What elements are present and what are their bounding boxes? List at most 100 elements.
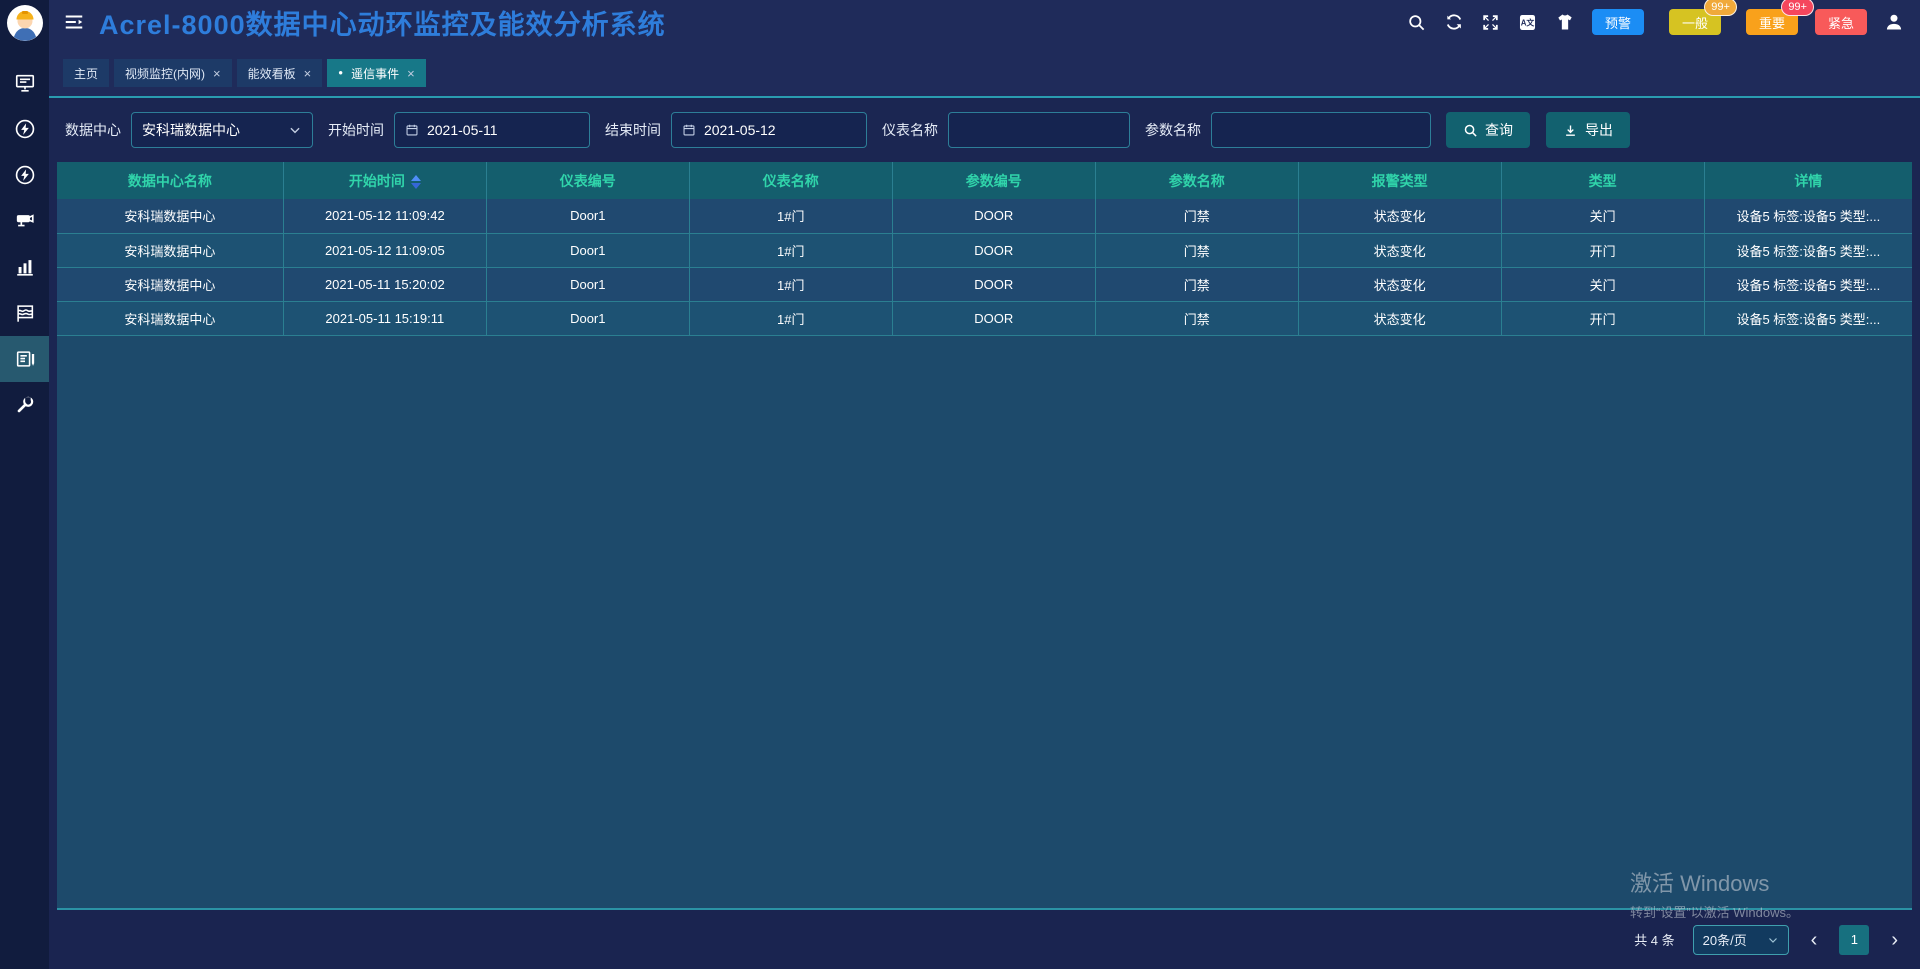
monitor-icon [14,72,36,94]
calendar-icon [405,122,419,138]
end-date-value[interactable] [704,122,856,138]
meter-name-label: 仪表名称 [882,120,938,140]
table-cell: 设备5 标签:设备5 类型:... [1704,233,1912,267]
table-cell: 状态变化 [1298,199,1501,233]
theme-skin-icon[interactable] [1555,12,1575,32]
next-page-button[interactable]: › [1887,930,1902,950]
topbar-actions: A文 预警 一般 99+ 重要 99+ 紧急 [1407,9,1904,35]
column-header[interactable]: 仪表名称 [689,162,892,199]
page-number-button[interactable]: 1 [1839,925,1869,955]
table-row[interactable]: 安科瑞数据中心2021-05-11 15:19:11Door11#门DOOR门禁… [57,301,1912,335]
param-name-label: 参数名称 [1145,120,1201,140]
sidebar-item-trend[interactable] [0,290,49,336]
sidebar-item-statistics[interactable] [0,244,49,290]
fullscreen-icon[interactable] [1481,12,1501,32]
calendar-icon [682,122,696,138]
svg-text:A文: A文 [1521,17,1535,27]
column-header[interactable]: 类型 [1501,162,1704,199]
sidebar-item-monitoring[interactable] [0,60,49,106]
menu-toggle-icon[interactable] [61,9,87,35]
filter-bar: 数据中心 安科瑞数据中心 开始时间 结束时间 [49,98,1920,162]
energy-icon [14,164,36,186]
table-cell: 1#门 [689,233,892,267]
table-cell: 开门 [1501,233,1704,267]
table-row[interactable]: 安科瑞数据中心2021-05-11 15:20:02Door11#门DOOR门禁… [57,267,1912,301]
sidebar-item-energy-2[interactable] [0,152,49,198]
table-cell: 状态变化 [1298,233,1501,267]
table-cell: 门禁 [1095,301,1298,335]
table-cell: 安科瑞数据中心 [57,301,283,335]
chevron-down-icon [288,123,302,137]
table-row[interactable]: 安科瑞数据中心2021-05-12 11:09:05Door11#门DOOR门禁… [57,233,1912,267]
sidebar-item-video[interactable] [0,198,49,244]
tab-energy-board[interactable]: 能效看板 × [237,59,323,87]
sidebar-item-settings[interactable] [0,382,49,428]
table-cell: 关门 [1501,267,1704,301]
table-cell: Door1 [486,267,689,301]
search-icon [1463,123,1478,138]
column-header[interactable]: 数据中心名称 [57,162,283,199]
count-badge: 99+ [1704,0,1737,16]
pagination-bar: 共 4 条 20条/页 ‹ 1 › [49,910,1920,969]
close-icon[interactable]: × [213,66,221,81]
param-name-input[interactable] [1222,122,1420,138]
datacenter-label: 数据中心 [65,120,121,140]
sidebar-item-energy-1[interactable] [0,106,49,152]
datacenter-select-value: 安科瑞数据中心 [142,120,240,140]
meter-name-input[interactable] [959,122,1119,138]
table-cell: 状态变化 [1298,267,1501,301]
table-cell: 门禁 [1095,233,1298,267]
table-cell: 门禁 [1095,199,1298,233]
start-date-value[interactable] [427,122,579,138]
alarm-button-important[interactable]: 重要 99+ [1746,9,1798,35]
table-body: 安科瑞数据中心2021-05-12 11:09:42Door11#门DOOR门禁… [57,199,1912,335]
table-cell: 关门 [1501,199,1704,233]
export-button-label: 导出 [1585,120,1613,140]
search-button[interactable]: 查询 [1446,112,1530,148]
chevron-down-icon [1767,934,1779,946]
sort-caret-icon[interactable] [411,175,421,189]
page-size-select[interactable]: 20条/页 [1693,925,1789,955]
close-icon[interactable]: × [304,66,312,81]
sidebar-nav [0,60,49,428]
language-icon[interactable]: A文 [1518,12,1538,32]
end-date-input[interactable] [671,112,867,148]
refresh-icon[interactable] [1444,12,1464,32]
prev-page-button[interactable]: ‹ [1807,930,1822,950]
tab-remote-signal-events[interactable]: ● 遥信事件 × [327,59,425,87]
start-date-input[interactable] [394,112,590,148]
column-header[interactable]: 仪表编号 [486,162,689,199]
alarm-button-urgent[interactable]: 紧急 [1815,9,1867,35]
export-button[interactable]: 导出 [1546,112,1630,148]
alarm-button-warning[interactable]: 预警 [1592,9,1644,35]
tab-video-monitoring[interactable]: 视频监控(内网) × [114,59,232,87]
column-header[interactable]: 参数名称 [1095,162,1298,199]
datacenter-select[interactable]: 安科瑞数据中心 [131,112,313,148]
alarm-button-label: 一般 [1682,13,1708,32]
table-cell: Door1 [486,233,689,267]
tab-home[interactable]: 主页 [63,59,109,87]
alarm-button-general[interactable]: 一般 99+ [1669,9,1721,35]
column-header-sortable[interactable]: 开始时间 [283,162,486,199]
table-cell: 1#门 [689,199,892,233]
page-size-value: 20条/页 [1703,930,1747,949]
user-icon[interactable] [1884,12,1904,32]
main-area: Acrel-8000数据中心动环监控及能效分析系统 [49,0,1920,969]
column-header[interactable]: 参数编号 [892,162,1095,199]
table-row[interactable]: 安科瑞数据中心2021-05-12 11:09:42Door11#门DOOR门禁… [57,199,1912,233]
cctv-camera-icon [14,210,36,232]
pagination-total: 共 4 条 [1634,930,1674,949]
tab-bar: 主页 视频监控(内网) × 能效看板 × ● 遥信事件 × [49,44,1920,98]
param-name-input-wrap [1211,112,1431,148]
tab-label: 遥信事件 [351,65,399,82]
search-icon[interactable] [1407,12,1427,32]
table-cell: Door1 [486,199,689,233]
energy-icon [14,118,36,140]
column-header[interactable]: 详情 [1704,162,1912,199]
download-icon [1563,123,1578,138]
avatar[interactable] [0,0,49,46]
sidebar-item-events-report[interactable] [0,336,49,382]
report-edit-icon [14,348,36,370]
column-header[interactable]: 报警类型 [1298,162,1501,199]
close-icon[interactable]: × [407,66,415,81]
